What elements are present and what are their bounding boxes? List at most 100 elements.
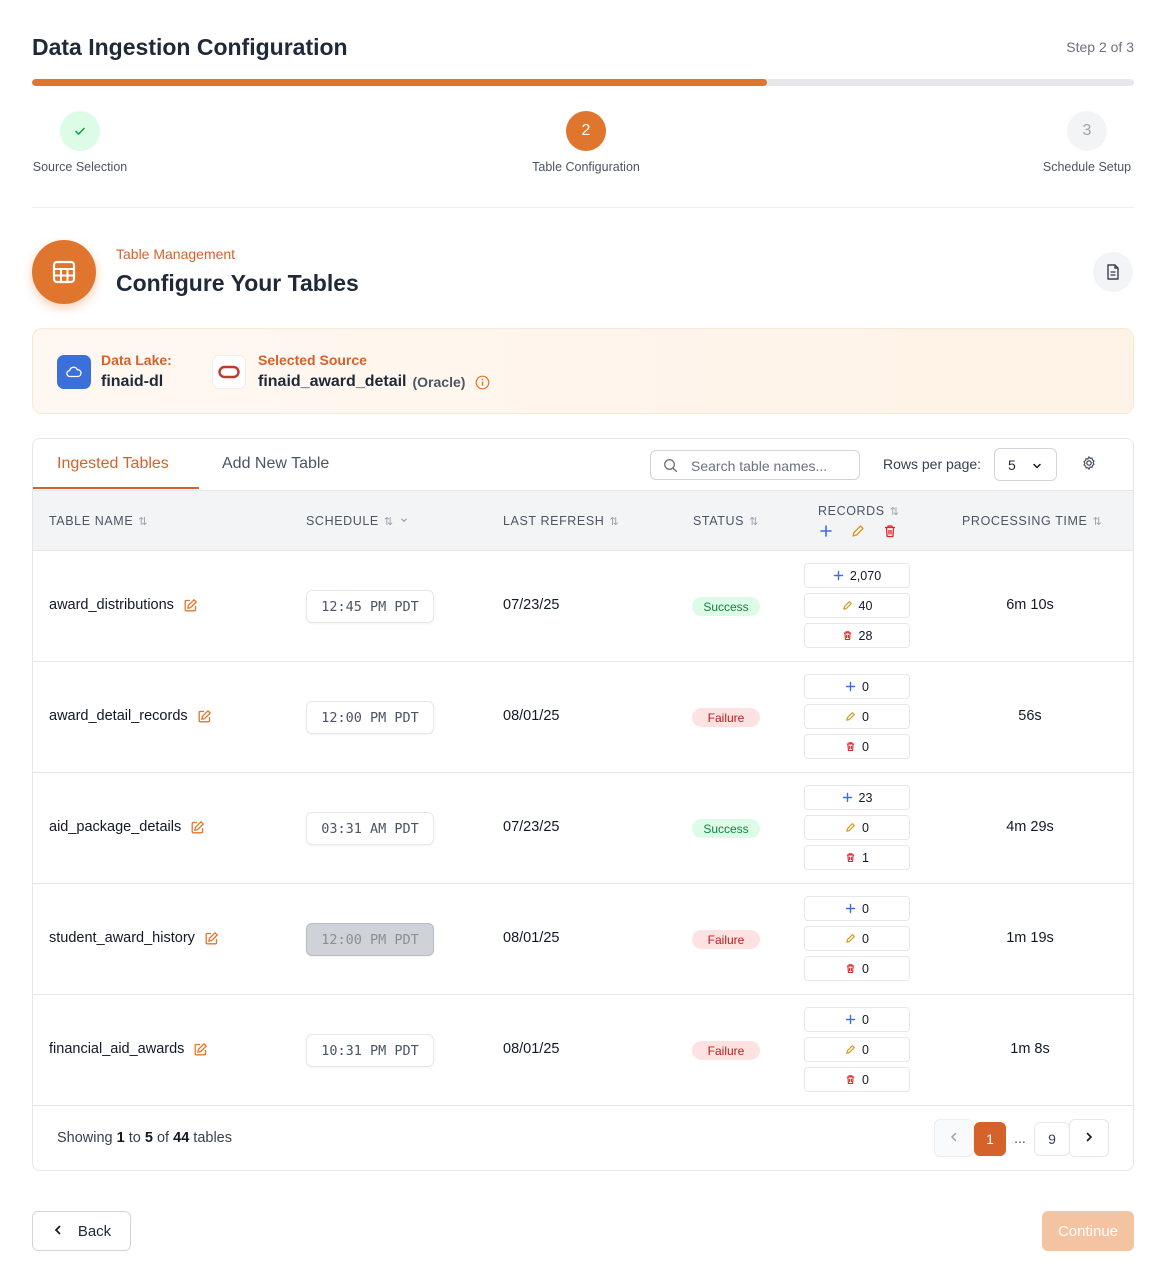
column-label: Records — [818, 504, 885, 518]
records-updated[interactable]: 40 — [804, 593, 910, 618]
rows-per-page-select[interactable]: 5 — [994, 448, 1057, 481]
column-schedule[interactable]: Schedule ⇅ — [306, 514, 409, 528]
records-added[interactable]: 0 — [804, 896, 910, 921]
records-deleted[interactable]: 0 — [804, 956, 910, 981]
document-icon[interactable] — [1093, 252, 1133, 292]
records-updated[interactable]: 0 — [804, 926, 910, 951]
next-page-button[interactable] — [1069, 1119, 1109, 1157]
edit-icon[interactable] — [197, 709, 212, 724]
tab-add-new-table[interactable]: Add New Table — [222, 455, 329, 473]
source-type: (Oracle) — [412, 374, 466, 390]
selected-source: finaid_award_detail (Oracle) — [258, 373, 490, 391]
table-name-cell: student_award_history — [49, 930, 219, 946]
showing-from: 1 — [116, 1130, 125, 1146]
step-label: Table Configuration — [532, 160, 640, 174]
back-label: Back — [77, 1222, 112, 1240]
processing-time: 1m 19s — [1006, 930, 1054, 946]
column-records[interactable]: Records ⇅ — [818, 504, 900, 518]
records-deleted[interactable]: 28 — [804, 623, 910, 648]
status-badge: Failure — [692, 708, 760, 727]
tab-bar: Ingested Tables Add New Table Search tab… — [33, 439, 1133, 490]
plus-icon — [845, 681, 856, 692]
records-added[interactable]: 0 — [804, 1007, 910, 1032]
records-updated[interactable]: 0 — [804, 704, 910, 729]
status-badge: Failure — [692, 930, 760, 949]
sort-icon: ⇅ — [609, 515, 620, 528]
chevron-right-icon — [1083, 1130, 1095, 1146]
table-row: award_detail_records 12:00 PM PDT 08/01/25… — [33, 662, 1133, 773]
search-input[interactable]: Search table names... — [650, 450, 860, 480]
last-refresh: 08/01/25 — [503, 1041, 560, 1057]
sort-icon: ⇅ — [1092, 515, 1103, 528]
records-deleted[interactable]: 0 — [804, 734, 910, 759]
records-updated[interactable]: 0 — [804, 815, 910, 840]
records-cell: 2,070 40 28 — [804, 563, 910, 653]
edit-icon[interactable] — [204, 931, 219, 946]
column-label: Status — [693, 514, 745, 528]
column-last-refresh[interactable]: Last Refresh ⇅ — [503, 514, 619, 528]
column-label: Processing Time — [962, 514, 1088, 528]
status-badge: Failure — [692, 1041, 760, 1060]
processing-time: 4m 29s — [1006, 819, 1054, 835]
records-deleted[interactable]: 0 — [804, 1067, 910, 1092]
page-title: Data Ingestion Configuration — [32, 34, 348, 60]
chevron-down-icon — [1031, 459, 1043, 477]
records-updated-value: 0 — [862, 1042, 869, 1057]
table-name-cell: financial_aid_awards — [49, 1041, 208, 1057]
records-updated[interactable]: 0 — [804, 1037, 910, 1062]
plus-icon[interactable] — [818, 523, 834, 544]
column-status[interactable]: Status ⇅ — [693, 514, 759, 528]
tables-card: Ingested Tables Add New Table Search tab… — [32, 438, 1134, 1171]
records-deleted[interactable]: 1 — [804, 845, 910, 870]
page-button-last[interactable]: 9 — [1034, 1122, 1070, 1156]
processing-time: 1m 8s — [1010, 1041, 1050, 1057]
schedule-time-input[interactable]: 12:00 PM PDT — [306, 923, 434, 956]
back-button[interactable]: Back — [32, 1211, 131, 1251]
column-processing-time[interactable]: Processing Time ⇅ — [962, 514, 1102, 528]
showing-of-word: of — [152, 1130, 174, 1146]
edit-icon[interactable] — [193, 1042, 208, 1057]
step-indicator: Step 2 of 3 — [1066, 39, 1134, 55]
records-added[interactable]: 2,070 — [804, 563, 910, 588]
records-deleted-value: 28 — [858, 628, 873, 643]
column-label: Schedule — [306, 514, 379, 528]
records-added[interactable]: 0 — [804, 674, 910, 699]
search-icon — [663, 458, 678, 478]
schedule-time-input[interactable]: 12:45 PM PDT — [306, 590, 434, 623]
page-button-current[interactable]: 1 — [974, 1122, 1006, 1156]
gear-icon[interactable] — [1081, 455, 1097, 476]
check-icon — [60, 111, 100, 151]
step-label: Schedule Setup — [1042, 160, 1132, 174]
progress-bar — [32, 79, 1134, 86]
table-name-cell: award_distributions — [49, 597, 198, 613]
trash-icon — [845, 1074, 856, 1085]
prev-page-button[interactable] — [934, 1119, 974, 1157]
stepper: Source Selection 2 Table Configuration 3… — [32, 111, 1134, 181]
section-eyebrow: Table Management — [116, 246, 236, 262]
continue-button[interactable]: Continue — [1042, 1211, 1134, 1251]
table-name: aid_package_details — [49, 819, 182, 835]
selected-source-label: Selected Source — [258, 352, 367, 368]
info-icon[interactable] — [475, 375, 490, 390]
trash-icon[interactable] — [882, 523, 898, 544]
step-source-selection: Source Selection — [32, 111, 128, 174]
table-footer: Showing 1 to 5 of 44 tables 1 ... 9 — [33, 1106, 1133, 1170]
edit-icon[interactable] — [183, 598, 198, 613]
step-label: Source Selection — [32, 160, 128, 174]
plus-icon — [842, 792, 853, 803]
table-header: Table Name ⇅ Schedule ⇅ Last Refresh ⇅ Stat… — [33, 490, 1133, 551]
status-badge: Success — [692, 819, 760, 838]
edit-icon[interactable] — [190, 820, 205, 835]
schedule-time-input[interactable]: 10:31 PM PDT — [306, 1034, 434, 1067]
tab-ingested-tables[interactable]: Ingested Tables — [57, 455, 169, 473]
step-number: 3 — [1067, 111, 1107, 151]
column-table-name[interactable]: Table Name ⇅ — [49, 514, 148, 528]
pencil-icon[interactable] — [850, 523, 866, 544]
records-added-value: 0 — [862, 901, 869, 916]
records-added[interactable]: 23 — [804, 785, 910, 810]
records-deleted-value: 0 — [862, 961, 869, 976]
schedule-time-input[interactable]: 03:31 AM PDT — [306, 812, 434, 845]
records-deleted-value: 0 — [862, 739, 869, 754]
sort-icon: ⇅ — [889, 505, 900, 518]
schedule-time-input[interactable]: 12:00 PM PDT — [306, 701, 434, 734]
